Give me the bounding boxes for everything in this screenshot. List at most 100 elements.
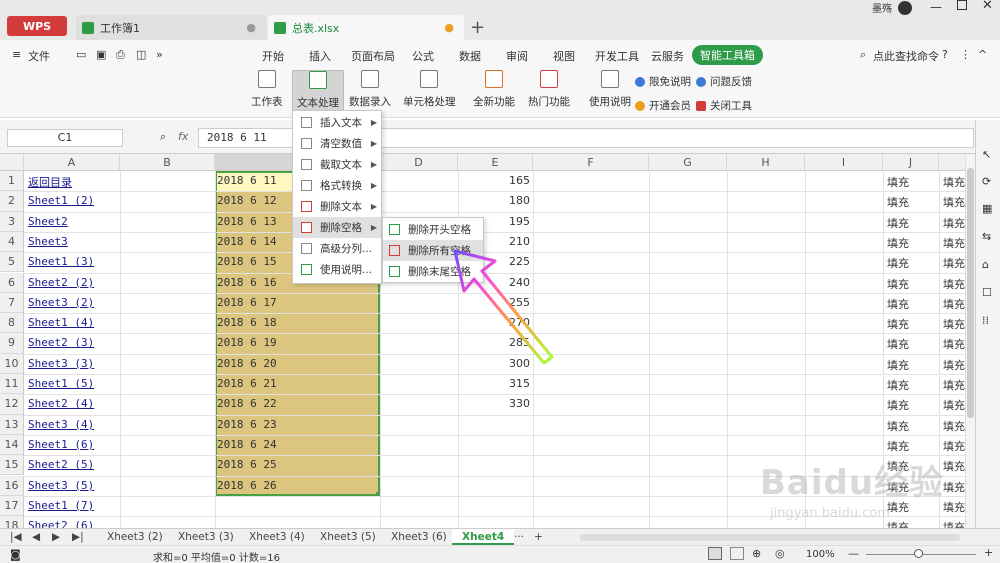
row-header[interactable]: 3 bbox=[0, 211, 24, 232]
sheet-tab[interactable]: Xheet3 (2) bbox=[107, 531, 163, 543]
menu-view[interactable]: 视图 bbox=[553, 48, 575, 64]
row-header[interactable]: 4 bbox=[0, 231, 24, 253]
hyperlink-cell[interactable]: Sheet3 (4) bbox=[28, 415, 94, 435]
fill-cell[interactable]: 填充 bbox=[887, 394, 909, 414]
fill-cell[interactable]: 填充 bbox=[943, 171, 965, 191]
menu-item-advanced-split[interactable]: 高级分列... bbox=[293, 238, 381, 259]
fill-cell[interactable]: 填充 bbox=[887, 415, 909, 435]
fill-cell[interactable]: 填充 bbox=[887, 171, 909, 191]
vip-link[interactable]: 开通会员 bbox=[635, 98, 691, 113]
row-header[interactable]: 14 bbox=[0, 434, 24, 456]
page-break-view-icon[interactable]: ⊕ bbox=[752, 547, 761, 560]
first-sheet-icon[interactable]: |◀ bbox=[10, 531, 22, 543]
hyperlink-cell[interactable]: Sheet1 (7) bbox=[28, 496, 94, 516]
minimize-button[interactable]: — bbox=[930, 0, 942, 14]
menu-insert[interactable]: 插入 bbox=[309, 48, 331, 64]
fill-cell[interactable]: 填充 bbox=[943, 232, 965, 252]
fill-cell[interactable]: 填充 bbox=[943, 435, 965, 455]
page-layout-view-icon[interactable] bbox=[730, 547, 744, 560]
close-icon[interactable]: ● bbox=[246, 21, 256, 34]
hyperlink-cell[interactable]: Sheet3 (2) bbox=[28, 293, 94, 313]
search-icon[interactable]: ⌕ bbox=[860, 48, 866, 62]
zoom-icon[interactable]: ⌕ bbox=[160, 130, 166, 144]
unsaved-dot-icon[interactable]: ● bbox=[444, 21, 454, 34]
tab-summary[interactable]: 总表.xlsx ● bbox=[268, 15, 464, 40]
number-cell[interactable]: 180 bbox=[460, 191, 530, 211]
menu-data[interactable]: 数据 bbox=[459, 48, 481, 64]
eye-protection-icon[interactable]: ◎ bbox=[775, 547, 785, 560]
avatar[interactable] bbox=[898, 1, 912, 15]
close-window-button[interactable]: ✕ bbox=[982, 0, 993, 13]
row-header[interactable]: 9 bbox=[0, 333, 24, 354]
print-icon[interactable]: ⎙ bbox=[116, 48, 125, 62]
fill-cell[interactable]: 填充 bbox=[943, 354, 965, 374]
fill-cell[interactable]: 填充 bbox=[887, 333, 909, 353]
hyperlink-cell[interactable]: Sheet2 bbox=[28, 212, 68, 232]
hyperlink-cell[interactable]: Sheet3 (5) bbox=[28, 476, 94, 496]
menu-item-format-convert[interactable]: 格式转换 ▶ bbox=[293, 175, 381, 196]
number-cell[interactable]: 330 bbox=[460, 394, 530, 414]
hot-features-button[interactable]: 热门功能 bbox=[528, 70, 570, 109]
refresh-icon[interactable]: ⟳ bbox=[982, 175, 991, 188]
fill-cell[interactable]: 填充 bbox=[887, 191, 909, 211]
row-header[interactable]: 7 bbox=[0, 292, 24, 314]
hyperlink-cell[interactable]: Sheet1 (4) bbox=[28, 313, 94, 333]
add-sheet-button[interactable]: + bbox=[534, 531, 543, 543]
fill-cell[interactable]: 填充 bbox=[943, 313, 965, 333]
pointer-icon[interactable]: ↖ bbox=[982, 148, 991, 161]
more-sheets-icon[interactable]: ··· bbox=[514, 531, 524, 543]
number-cell[interactable]: 315 bbox=[460, 374, 530, 394]
fill-cell[interactable]: 填充 bbox=[887, 435, 909, 455]
new-features-button[interactable]: 全新功能 bbox=[473, 70, 515, 109]
menu-cloud[interactable]: 云服务 bbox=[651, 48, 684, 64]
col-header-h[interactable]: H bbox=[727, 154, 805, 171]
fill-cell[interactable]: 填充 bbox=[943, 191, 965, 211]
instructions-button[interactable]: 使用说明 bbox=[589, 70, 631, 109]
hamburger-icon[interactable]: ≡ bbox=[12, 48, 21, 61]
fill-cell[interactable]: 填充 bbox=[887, 252, 909, 272]
menu-item-delete-leading[interactable]: 删除开头空格 bbox=[383, 219, 483, 240]
col-header-d[interactable]: D bbox=[380, 154, 458, 171]
tab-workbook1[interactable]: 工作簿1 ● bbox=[76, 15, 266, 40]
new-tab-button[interactable]: + bbox=[470, 17, 485, 38]
fill-cell[interactable]: 填充 bbox=[943, 273, 965, 293]
feedback-link[interactable]: 问题反馈 bbox=[696, 74, 752, 89]
hyperlink-cell[interactable]: Sheet2 (5) bbox=[28, 455, 94, 475]
col-header-e[interactable]: E bbox=[458, 154, 533, 171]
hyperlink-cell[interactable]: Sheet1 (6) bbox=[28, 435, 94, 455]
row-header[interactable]: 5 bbox=[0, 252, 24, 273]
hyperlink-cell[interactable]: Sheet2 (4) bbox=[28, 394, 94, 414]
row-header[interactable]: 13 bbox=[0, 414, 24, 435]
row-header[interactable]: 6 bbox=[0, 272, 24, 293]
menu-review[interactable]: 审阅 bbox=[506, 48, 528, 64]
more-icon[interactable]: » bbox=[156, 48, 163, 61]
fill-cell[interactable]: 填充 bbox=[943, 394, 965, 414]
sheet-tab[interactable]: Xheet3 (4) bbox=[249, 531, 305, 543]
zoom-out-button[interactable]: — bbox=[848, 547, 859, 560]
menu-item-delete-text[interactable]: 删除文本 ▶ bbox=[293, 196, 381, 217]
row-header[interactable]: 11 bbox=[0, 374, 24, 395]
lock-icon[interactable]: ⌂ bbox=[982, 258, 989, 271]
date-cell[interactable]: 2018 6 13 bbox=[217, 212, 277, 232]
hyperlink-cell[interactable]: Sheet1 (2) bbox=[28, 191, 94, 211]
hyperlink-cell[interactable]: Sheet2 (2) bbox=[28, 273, 94, 293]
last-sheet-icon[interactable]: ▶| bbox=[72, 531, 84, 543]
date-cell[interactable]: 2018 6 16 bbox=[217, 273, 277, 293]
image-icon[interactable]: ▦ bbox=[982, 202, 992, 215]
date-cell[interactable]: 2018 6 18 bbox=[217, 313, 277, 333]
date-cell[interactable]: 2018 6 25 bbox=[217, 455, 277, 475]
horizontal-scrollbar[interactable] bbox=[580, 534, 960, 541]
fill-cell[interactable]: 填充 bbox=[943, 415, 965, 435]
hyperlink-cell[interactable]: 返回目录 bbox=[28, 171, 72, 191]
row-header[interactable]: 10 bbox=[0, 353, 24, 374]
next-sheet-icon[interactable]: ▶ bbox=[52, 531, 60, 543]
fill-cell[interactable]: 填充 bbox=[943, 374, 965, 394]
fill-cell[interactable]: 填充 bbox=[887, 232, 909, 252]
open-icon[interactable]: ▭ bbox=[76, 48, 86, 61]
zoom-slider-handle[interactable] bbox=[914, 549, 923, 558]
sheet-tab-active[interactable]: Xheet4 bbox=[452, 529, 515, 545]
cell-processing-button[interactable]: 单元格处理 bbox=[403, 70, 456, 109]
preview-icon[interactable]: ◫ bbox=[136, 48, 146, 61]
menu-item-help[interactable]: 使用说明... bbox=[293, 259, 381, 280]
fx-icon[interactable]: fx bbox=[178, 130, 188, 143]
